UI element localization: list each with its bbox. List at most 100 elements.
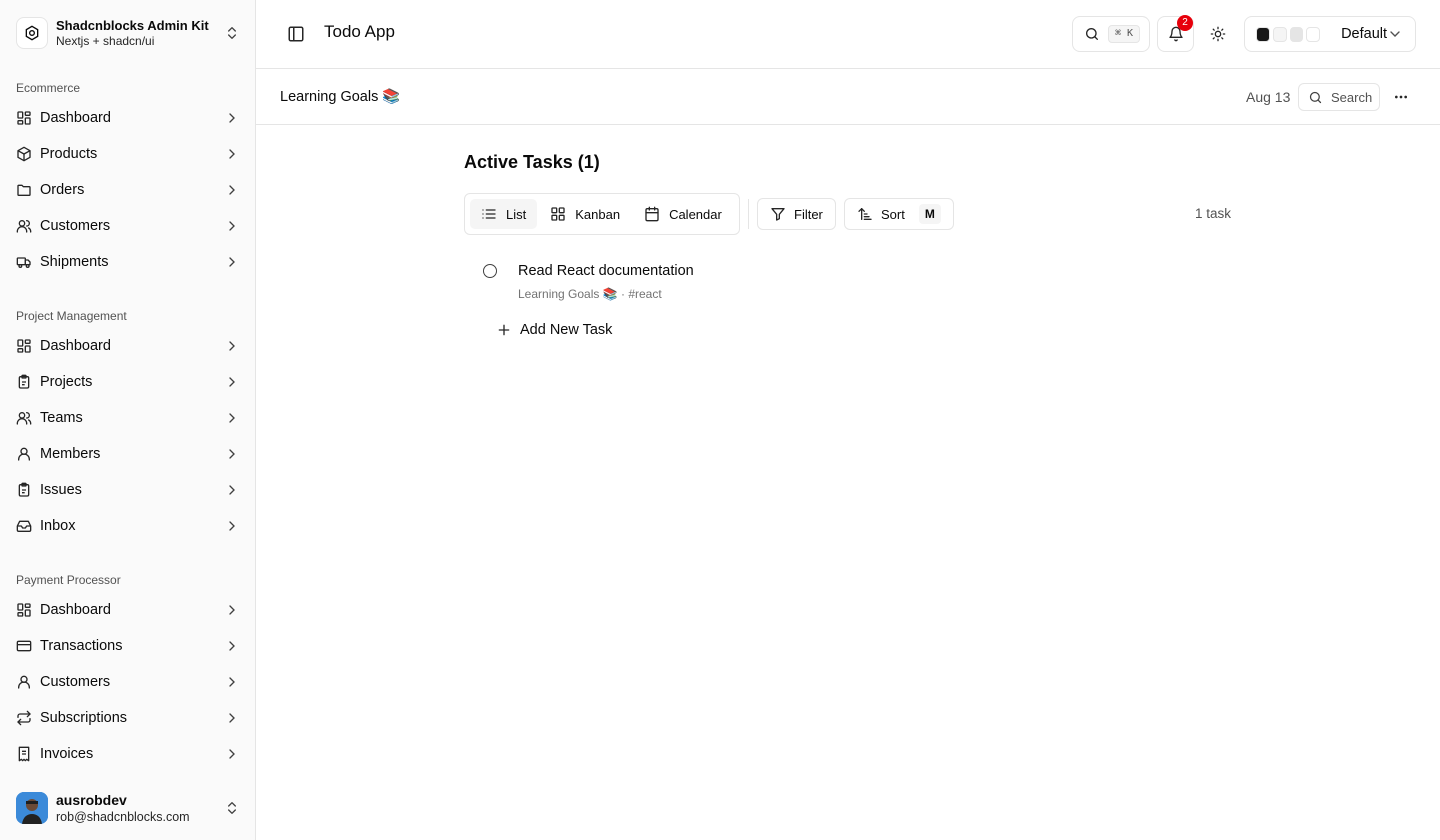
sidebar-item-payment-customers[interactable]: Customers bbox=[8, 664, 248, 700]
task-item[interactable]: Read React documentation Learning Goals … bbox=[480, 260, 1240, 304]
sidebar-toggle-button[interactable] bbox=[284, 24, 308, 44]
sidebar-item-payment-dashboard[interactable]: Dashboard bbox=[8, 592, 248, 628]
chevron-right-icon bbox=[224, 218, 240, 234]
search-icon bbox=[1084, 26, 1100, 42]
sidebar-item-subscriptions[interactable]: Subscriptions bbox=[8, 700, 248, 736]
chevron-right-icon bbox=[224, 710, 240, 726]
chevron-right-icon bbox=[224, 338, 240, 354]
chevron-right-icon bbox=[224, 446, 240, 462]
filter-button[interactable]: Filter bbox=[757, 198, 836, 230]
theme-mode-toggle[interactable] bbox=[1208, 24, 1228, 44]
chevron-right-icon bbox=[224, 518, 240, 534]
search-button[interactable]: ⌘ K bbox=[1072, 16, 1150, 52]
sort-button[interactable]: Sort M bbox=[844, 198, 954, 230]
project-name: Learning Goals 📚 bbox=[280, 89, 401, 105]
sidebar-item-teams[interactable]: Teams bbox=[8, 400, 248, 436]
list-icon bbox=[481, 206, 497, 222]
nav-group-title: Project Management bbox=[16, 309, 127, 323]
clipboard-icon bbox=[16, 374, 32, 390]
sort-icon bbox=[857, 206, 873, 222]
user-email: rob@shadcnblocks.com bbox=[56, 809, 190, 824]
sidebar-item-projects[interactable]: Projects bbox=[8, 364, 248, 400]
nav-group-ecommerce: Ecommerce Dashboard Products Orders Cust… bbox=[0, 68, 256, 280]
clipboard-icon bbox=[16, 482, 32, 498]
avatar bbox=[16, 792, 48, 824]
user-menu[interactable]: ausrobdev rob@shadcnblocks.com bbox=[8, 784, 248, 832]
view-label: List bbox=[506, 206, 527, 222]
sidebar-item-transactions[interactable]: Transactions bbox=[8, 628, 248, 664]
theme-swatch bbox=[1272, 26, 1287, 42]
chevron-right-icon bbox=[224, 602, 240, 618]
more-horizontal-icon bbox=[1393, 89, 1409, 105]
sidebar-item-shipments[interactable]: Shipments bbox=[8, 244, 248, 280]
theme-swatch bbox=[1256, 26, 1270, 42]
sidebar-item-label: Dashboard bbox=[40, 338, 111, 354]
folder-icon bbox=[16, 182, 32, 198]
inbox-icon bbox=[16, 518, 32, 534]
filter-icon bbox=[770, 206, 786, 222]
view-kanban-button[interactable]: Kanban bbox=[539, 199, 631, 229]
receipt-icon bbox=[16, 746, 32, 762]
brand-switcher[interactable]: Shadcnblocks Admin Kit Nextjs + shadcn/u… bbox=[8, 8, 248, 58]
sidebar-item-issues[interactable]: Issues bbox=[8, 472, 248, 508]
sidebar-item-label: Teams bbox=[40, 410, 83, 426]
notification-badge: 2 bbox=[1177, 15, 1193, 31]
sidebar-item-orders[interactable]: Orders bbox=[8, 172, 248, 208]
sidebar-nav: Ecommerce Dashboard Products Orders Cust… bbox=[0, 68, 256, 780]
sidebar-item-label: Issues bbox=[40, 482, 82, 498]
user-icon bbox=[16, 674, 32, 690]
view-calendar-button[interactable]: Calendar bbox=[633, 199, 733, 229]
page-title: Todo App bbox=[324, 22, 395, 41]
chevrons-up-down-icon bbox=[224, 800, 240, 816]
sidebar-item-label: Dashboard bbox=[40, 602, 111, 618]
sort-shortcut: M bbox=[918, 204, 941, 224]
chevron-right-icon bbox=[224, 482, 240, 498]
view-label: Kanban bbox=[575, 206, 621, 222]
dashboard-icon bbox=[16, 110, 32, 126]
user-icon bbox=[16, 446, 32, 462]
toolbar-divider bbox=[748, 199, 749, 229]
sidebar-item-label: Invoices bbox=[40, 746, 94, 762]
sidebar-item-label: Customers bbox=[40, 218, 111, 234]
nav-group-title: Payment Processor bbox=[16, 573, 121, 587]
task-checkbox[interactable] bbox=[483, 264, 497, 278]
sidebar-item-label: Projects bbox=[40, 374, 93, 390]
chevron-right-icon bbox=[224, 746, 240, 762]
search-shortcut: ⌘ K bbox=[1108, 25, 1141, 43]
task-search-button[interactable]: Search bbox=[1298, 83, 1380, 111]
sidebar-item-ecommerce-customers[interactable]: Customers bbox=[8, 208, 248, 244]
sidebar-item-label: Dashboard bbox=[40, 110, 111, 126]
sidebar-item-members[interactable]: Members bbox=[8, 436, 248, 472]
add-new-task-button[interactable]: Add New Task bbox=[496, 320, 612, 340]
more-options-button[interactable] bbox=[1391, 87, 1411, 107]
chevron-right-icon bbox=[224, 254, 240, 270]
dashboard-icon bbox=[16, 338, 32, 354]
truck-icon bbox=[16, 254, 32, 270]
credit-card-icon bbox=[16, 638, 32, 654]
sidebar-item-label: Orders bbox=[40, 182, 85, 198]
view-list-button[interactable]: List bbox=[470, 199, 538, 229]
calendar-icon bbox=[644, 206, 660, 222]
chevron-down-icon bbox=[1387, 26, 1403, 42]
chevron-right-icon bbox=[224, 674, 240, 690]
sidebar-item-label: Customers bbox=[40, 674, 111, 690]
sidebar-item-invoices[interactable]: Invoices bbox=[8, 736, 248, 772]
filter-label: Filter bbox=[794, 206, 823, 222]
kanban-icon bbox=[550, 206, 566, 222]
sidebar-item-ecommerce-dashboard[interactable]: Dashboard bbox=[8, 100, 248, 136]
panel-left-icon bbox=[288, 26, 304, 42]
chevron-right-icon bbox=[224, 374, 240, 390]
search-icon bbox=[1308, 90, 1323, 105]
top-header: Todo App ⌘ K 2 Default bbox=[256, 0, 1440, 69]
sidebar-item-products[interactable]: Products bbox=[8, 136, 248, 172]
view-switcher: List Kanban Calendar bbox=[464, 193, 740, 235]
sidebar-item-label: Subscriptions bbox=[40, 710, 128, 726]
theme-select[interactable]: Default bbox=[1244, 16, 1416, 52]
sidebar-item-label: Transactions bbox=[40, 638, 123, 654]
task-search-label: Search bbox=[1331, 89, 1373, 105]
sidebar-item-inbox[interactable]: Inbox bbox=[8, 508, 248, 544]
project-date: Aug 13 bbox=[1246, 89, 1291, 105]
sidebar-item-label: Members bbox=[40, 446, 101, 462]
sidebar-item-pm-dashboard[interactable]: Dashboard bbox=[8, 328, 248, 364]
sidebar: Shadcnblocks Admin Kit Nextjs + shadcn/u… bbox=[0, 0, 256, 840]
